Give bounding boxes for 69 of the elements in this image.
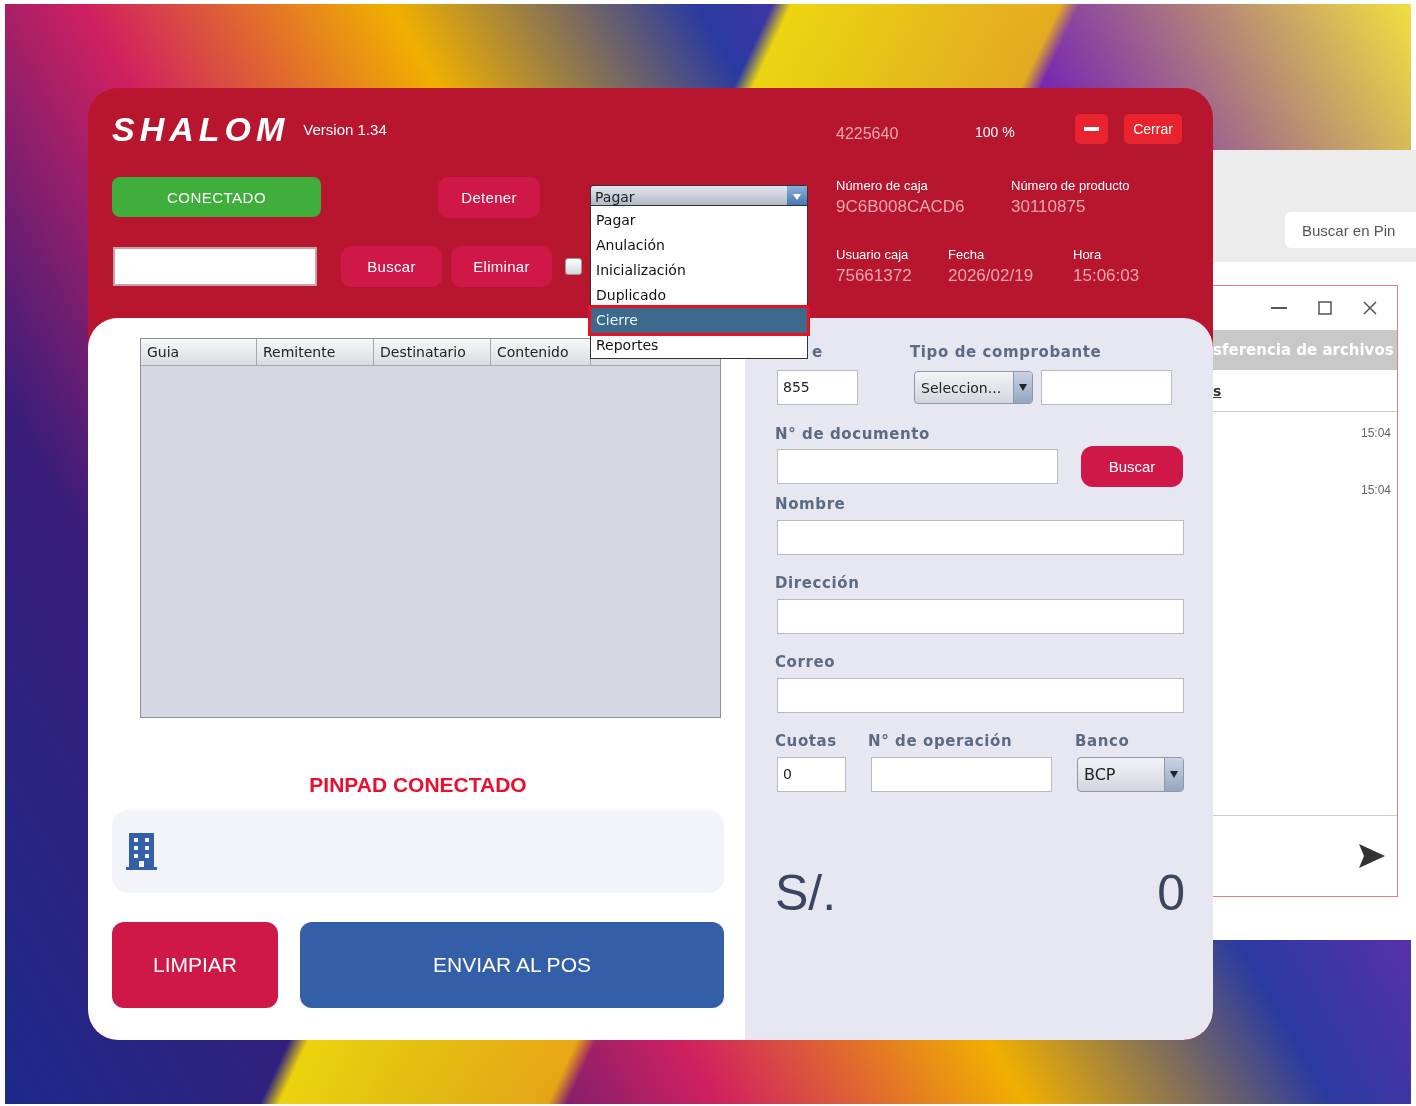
search-button[interactable]: Buscar xyxy=(341,245,442,287)
input-field[interactable] xyxy=(777,520,1184,555)
send-icon[interactable] xyxy=(1359,844,1385,868)
building-icon xyxy=(126,833,157,870)
checkbox[interactable] xyxy=(565,257,582,275)
close-button[interactable]: Cerrar xyxy=(1124,114,1182,144)
dropdown-option[interactable]: Cierre xyxy=(591,308,807,333)
delete-button[interactable]: Eliminar xyxy=(451,245,552,287)
field-label: Correo xyxy=(775,652,836,672)
input-field[interactable] xyxy=(113,246,317,286)
version-label: Version 1.34 xyxy=(303,120,387,138)
input-field[interactable] xyxy=(777,678,1184,713)
send-to-pos-button[interactable]: ENVIAR AL POS xyxy=(300,922,724,1008)
column-header[interactable]: Remitente xyxy=(257,339,374,365)
field-label: e xyxy=(812,342,824,362)
input-field[interactable]: 0 xyxy=(777,757,846,792)
input-field[interactable]: 855 xyxy=(777,370,858,405)
dropdown-option[interactable]: Inicialización xyxy=(591,258,807,283)
input-field[interactable] xyxy=(777,599,1184,634)
input-field[interactable] xyxy=(871,757,1052,792)
search-field[interactable]: Buscar en Pin xyxy=(1285,212,1416,248)
brand-logo: SHALOM xyxy=(112,109,290,149)
message-time: 15:04 xyxy=(1360,426,1391,440)
caret-icon xyxy=(1019,384,1027,391)
dropdown-option[interactable]: Pagar xyxy=(591,208,807,233)
maximize-icon[interactable] xyxy=(1318,301,1332,315)
info-label: Usuario caja xyxy=(836,246,910,262)
info-label: Fecha xyxy=(948,246,986,262)
field-label: N° de operación xyxy=(868,731,1014,751)
pinpad-status: PINPAD CONECTADO xyxy=(308,772,528,797)
caret-icon xyxy=(793,194,801,200)
message-time: 15:04 xyxy=(1360,483,1391,497)
dropdown-option[interactable]: Duplicado xyxy=(591,283,807,308)
info-value: 2026/02/19 xyxy=(948,265,1035,286)
currency-symbol: S/. xyxy=(775,864,837,922)
input-field[interactable] xyxy=(777,449,1058,484)
clear-button[interactable]: LIMPIAR xyxy=(112,922,278,1008)
column-header[interactable]: Guia xyxy=(141,339,257,365)
dropdown[interactable]: BCP xyxy=(1077,757,1184,792)
field-label: Tipo de comprobante xyxy=(910,342,1102,362)
close-icon[interactable] xyxy=(1363,301,1377,315)
field-label: Cuotas xyxy=(775,731,838,751)
input-field[interactable] xyxy=(1041,370,1172,405)
field-label: Banco xyxy=(1075,731,1130,751)
amount-value: 0 xyxy=(1157,864,1185,922)
dropdown-option[interactable]: Reportes xyxy=(591,333,807,358)
search-button[interactable]: Buscar xyxy=(1081,446,1183,487)
column-header[interactable]: Destinatario xyxy=(374,339,491,365)
counter-value: 4225640 xyxy=(836,125,900,143)
percent-label: 100 % xyxy=(975,124,1016,140)
info-value: 75661372 xyxy=(836,265,913,286)
field-label: Nombre xyxy=(775,494,846,514)
caret-icon xyxy=(1170,771,1178,778)
dropdown[interactable]: Seleccion... xyxy=(914,371,1033,404)
info-value: 30110875 xyxy=(1011,196,1087,217)
info-label: Número de producto xyxy=(1011,177,1131,193)
field-label: N° de documento xyxy=(775,424,930,444)
column-header[interactable]: Contenido xyxy=(491,339,591,365)
minimize-button[interactable] xyxy=(1075,114,1108,144)
info-value: 9C6B008CACD6 xyxy=(836,196,966,217)
info-label: Número de caja xyxy=(836,177,929,193)
info-value: 15:06:03 xyxy=(1073,265,1141,286)
dropdown-option[interactable]: Anulación xyxy=(591,233,807,258)
tab-label[interactable]: s xyxy=(1213,382,1222,399)
minimize-icon[interactable] xyxy=(1271,307,1287,309)
stop-button[interactable]: Detener xyxy=(438,176,540,218)
info-label: Hora xyxy=(1073,246,1103,262)
minus-icon xyxy=(1084,127,1099,131)
field-label: Dirección xyxy=(775,573,860,593)
